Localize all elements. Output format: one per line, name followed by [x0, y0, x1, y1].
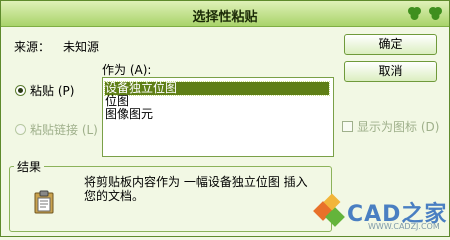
watermark-url: WWW.CADZJ.COM: [368, 222, 440, 231]
paste-radio[interactable]: 粘贴 (P): [15, 82, 74, 99]
radio-unselected-icon[interactable]: [15, 124, 26, 135]
clipboard-icon: [34, 190, 54, 214]
source-label: 来源：: [14, 40, 51, 54]
dialog-title: 选择性粘贴: [192, 10, 258, 25]
display-as-icon-checkbox[interactable]: 显示为图标 (D): [342, 118, 439, 135]
list-item[interactable]: 图像图元: [105, 108, 153, 121]
clover-icon: [408, 7, 421, 20]
result-label: 结果: [14, 158, 45, 175]
cancel-button[interactable]: 取消: [344, 61, 437, 82]
checkbox-icon[interactable]: [342, 121, 353, 132]
list-item[interactable]: 设备独立位图: [104, 81, 330, 96]
paste-link-radio[interactable]: 粘贴链接 (L): [15, 121, 98, 138]
paste-radio-label: 粘贴 (P): [30, 84, 75, 98]
display-as-icon-label: 显示为图标 (D): [357, 120, 440, 134]
result-description: 将剪贴板内容作为 一幅设备独立位图 插入您的文档。: [84, 175, 308, 203]
paste-as-label: 作为 (A):: [102, 63, 152, 77]
paste-as-listbox[interactable]: 设备独立位图 位图 图像图元: [102, 77, 334, 157]
title-bar: 选择性粘贴: [1, 1, 449, 27]
clover-icon: [429, 7, 442, 20]
source-value: 未知源: [63, 40, 100, 54]
ok-button[interactable]: 确定: [344, 34, 437, 55]
paste-link-radio-label: 粘贴链接 (L): [30, 123, 98, 137]
radio-selected-icon[interactable]: [15, 85, 26, 96]
